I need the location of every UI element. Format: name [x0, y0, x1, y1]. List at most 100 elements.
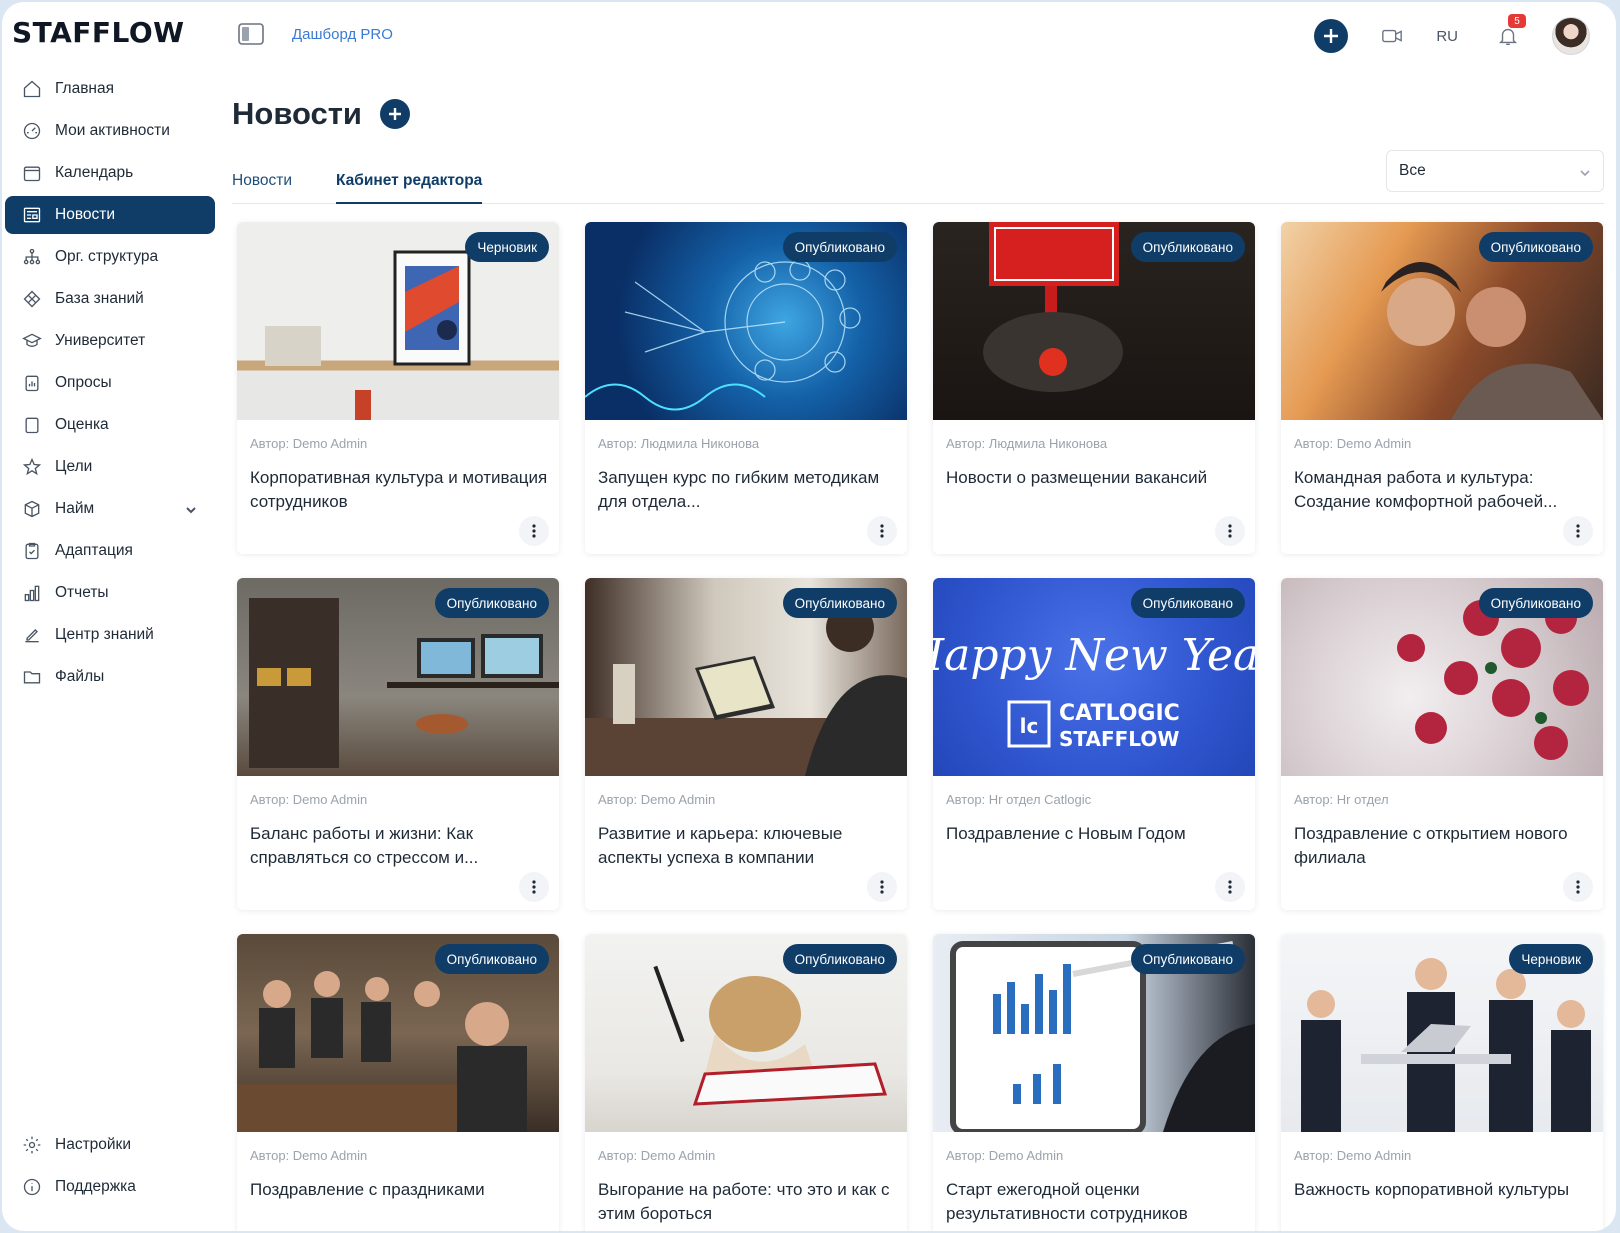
sidebar-item-news[interactable]: Новости [5, 196, 215, 234]
title-row: Новости [232, 96, 410, 132]
language-switcher[interactable]: RU [1436, 28, 1458, 45]
more-options-button[interactable] [867, 516, 897, 546]
news-card[interactable]: Опубликовано Автор: Demo Admin Развитие … [585, 578, 907, 910]
page-title: Новости [232, 96, 362, 131]
more-options-button[interactable] [519, 516, 549, 546]
card-author: Автор: Людмила Никонова [598, 436, 760, 451]
card-title[interactable]: Поздравление с Новым Годом [946, 822, 1246, 846]
status-badge: Опубликовано [1478, 588, 1593, 618]
card-title[interactable]: Баланс работы и жизни: Как справляться с… [250, 822, 550, 870]
sidebar-item-knowledge-center[interactable]: Центр знаний [5, 616, 215, 654]
sidebar-item-evaluation[interactable]: Оценка [5, 406, 215, 444]
sidebar-item-label: Мои активности [55, 122, 170, 139]
news-card[interactable]: Опубликовано Автор: Demo Admin Командная… [1281, 222, 1603, 554]
card-title[interactable]: Командная работа и культура: Создание ко… [1294, 466, 1594, 514]
sidebar-item-label: Новости [55, 206, 116, 223]
kebab-icon [1228, 524, 1232, 538]
status-badge: Опубликовано [782, 232, 897, 262]
news-card[interactable]: Опубликовано Автор: Demo Admin Поздравле… [237, 934, 559, 1231]
video-call-icon[interactable] [1380, 24, 1404, 48]
card-title[interactable]: Поздравление с открытием нового филиала [1294, 822, 1594, 870]
banner-greeting: Happy New Year [933, 630, 1255, 681]
card-title[interactable]: Важность корпоративной культуры [1294, 1178, 1594, 1202]
edit-icon [21, 624, 43, 646]
card-author: Автор: Demo Admin [250, 436, 368, 451]
sidebar-item-label: Центр знаний [55, 626, 154, 643]
sidebar-item-support[interactable]: Поддержка [5, 1168, 215, 1206]
news-card[interactable]: Опубликовано Автор: Demo Admin Старт еже… [933, 934, 1255, 1231]
banner-logo-mark: lc [1020, 714, 1039, 738]
more-options-button[interactable] [867, 872, 897, 902]
tab-editor-cabinet[interactable]: Кабинет редактора [336, 172, 483, 204]
sidebar-item-adaptation[interactable]: Адаптация [5, 532, 215, 570]
sidebar-item-home[interactable]: Главная [5, 70, 215, 108]
card-author: Автор: Hr отдел [1294, 792, 1389, 807]
news-card[interactable]: Опубликовано Автор: Hr отдел Поздравлени… [1281, 578, 1603, 910]
tab-news[interactable]: Новости [232, 172, 292, 204]
status-filter-select[interactable]: Все [1386, 150, 1604, 192]
kebab-icon [532, 524, 536, 538]
box-icon [21, 498, 43, 520]
app-window: STAFFLOW Главная Мои активности Календар… [2, 2, 1616, 1231]
sidebar-item-label: Поддержка [55, 1178, 136, 1195]
sidebar-item-label: Оценка [55, 416, 109, 433]
create-button[interactable] [1314, 19, 1349, 53]
sidebar-item-calendar[interactable]: Календарь [5, 154, 215, 192]
sidebar-toggle-icon[interactable] [238, 22, 264, 46]
plus-icon [388, 108, 401, 120]
home-icon [21, 78, 43, 100]
news-card[interactable]: Опубликовано Автор: Людмила Никонова Зап… [585, 222, 907, 554]
card-title[interactable]: Поздравление с праздниками [250, 1178, 550, 1202]
card-title[interactable]: Старт ежегодной оценки результативности … [946, 1178, 1246, 1226]
chevron-down-icon[interactable] [185, 503, 197, 515]
more-options-button[interactable] [1563, 516, 1593, 546]
sidebar-item-surveys[interactable]: Опросы [5, 364, 215, 402]
sidebar-item-org-structure[interactable]: Орг. структура [5, 238, 215, 276]
more-options-button[interactable] [519, 872, 549, 902]
news-card[interactable]: Черновик Автор: Demo Admin Корпоративная… [237, 222, 559, 554]
news-card[interactable]: Опубликовано Автор: Demo Admin Баланс ра… [237, 578, 559, 910]
sidebar-item-goals[interactable]: Цели [5, 448, 215, 486]
sidebar-item-files[interactable]: Файлы [5, 658, 215, 696]
sidebar-item-label: Цели [55, 458, 93, 475]
sidebar-item-hiring[interactable]: Найм [5, 490, 215, 528]
status-badge: Опубликовано [782, 588, 897, 618]
news-card[interactable]: Опубликовано Автор: Людмила Никонова Нов… [933, 222, 1255, 554]
banner-brand-1: CATLOGIC [1059, 701, 1180, 726]
sidebar-item-knowledge-base[interactable]: База знаний [5, 280, 215, 318]
more-options-button[interactable] [1563, 872, 1593, 902]
app-logo[interactable]: STAFFLOW [12, 16, 185, 49]
status-badge: Опубликовано [1130, 944, 1245, 974]
card-title[interactable]: Корпоративная культура и мотивация сотру… [250, 466, 550, 514]
card-author: Автор: Hr отдел Catlogic [946, 792, 1092, 807]
sidebar-item-activities[interactable]: Мои активности [5, 112, 215, 150]
graduation-cap-icon [21, 330, 43, 352]
sidebar-item-settings[interactable]: Настройки [5, 1126, 215, 1164]
news-card[interactable]: Черновик Автор: Demo Admin Важность корп… [1281, 934, 1603, 1231]
kebab-icon [532, 880, 536, 894]
folder-icon [21, 666, 43, 688]
breadcrumb[interactable]: Дашборд PRO [292, 26, 393, 43]
top-actions: RU 5 [1314, 14, 1616, 56]
card-title[interactable]: Запущен курс по гибким методикам для отд… [598, 466, 898, 514]
status-badge: Опубликовано [434, 944, 549, 974]
more-options-button[interactable] [1215, 872, 1245, 902]
sidebar-item-university[interactable]: Университет [5, 322, 215, 360]
survey-icon [21, 372, 43, 394]
card-author: Автор: Demo Admin [250, 1148, 368, 1163]
star-icon [21, 456, 43, 478]
news-card[interactable]: Опубликовано Автор: Demo Admin Выгорание… [585, 934, 907, 1231]
user-avatar[interactable] [1552, 17, 1590, 55]
card-title[interactable]: Новости о размещении вакансий [946, 466, 1246, 490]
card-title[interactable]: Выгорание на работе: что это и как с эти… [598, 1178, 898, 1226]
card-author: Автор: Demo Admin [598, 792, 716, 807]
card-title[interactable]: Развитие и карьера: ключевые аспекты усп… [598, 822, 898, 870]
add-news-button[interactable] [379, 99, 410, 129]
bell-icon[interactable]: 5 [1496, 14, 1526, 48]
clipboard-icon [21, 540, 43, 562]
more-options-button[interactable] [1215, 516, 1245, 546]
news-card[interactable]: Happy New Year lc CATLOGIC STAFFLOW Опуб… [933, 578, 1255, 910]
info-icon [21, 1176, 43, 1198]
sidebar-item-reports[interactable]: Отчеты [5, 574, 215, 612]
sidebar-item-label: Настройки [55, 1136, 132, 1153]
